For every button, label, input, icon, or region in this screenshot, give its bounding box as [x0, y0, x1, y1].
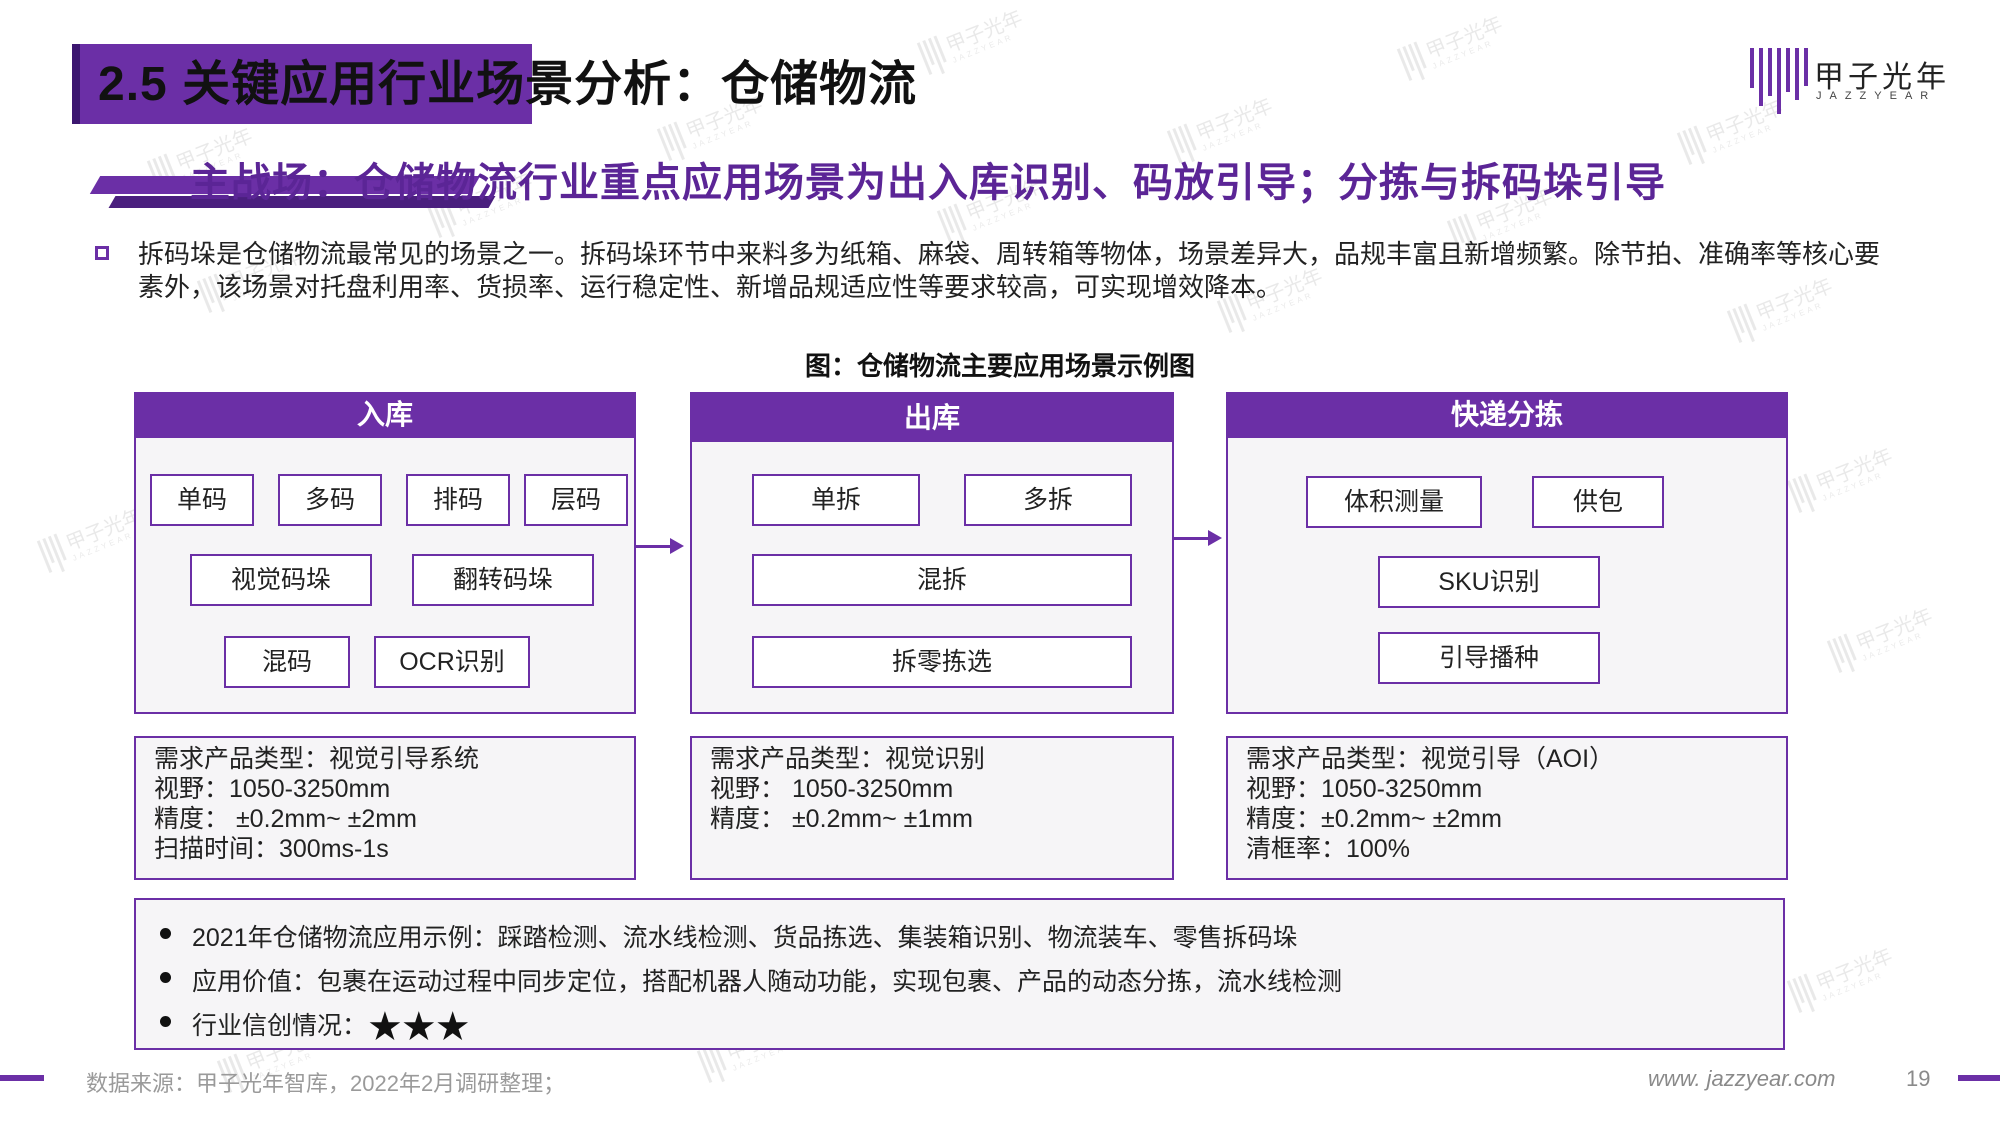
panel-inbound: 入库 单码 多码 排码 层码 视觉码垛 翻转码垛 混码 OCR识别	[134, 392, 636, 714]
summary-item: 2021年仓储物流应用示例：踩踏检测、流水线检测、货品拣选、集装箱识别、物流装车…	[192, 924, 1298, 952]
tag-sku-recognition: SKU识别	[1378, 556, 1600, 608]
watermark: 甲子光年JAZZYEAR	[1826, 601, 1940, 676]
tag-guided-seeding: 引导播种	[1378, 632, 1600, 684]
panel-express-sorting: 快递分拣 体积测量 供包 SKU识别 引导播种	[1226, 392, 1788, 714]
spec-line: 需求产品类型：视觉引导（AOI）	[1246, 745, 1615, 773]
spec-line: 扫描时间：300ms-1s	[154, 835, 389, 863]
tag-layer-stack: 层码	[524, 474, 628, 526]
summary-item-rating: 行业信创情况：★★★	[192, 1005, 471, 1050]
footer-accent	[0, 1075, 44, 1081]
tag-parcel-feeding: 供包	[1532, 476, 1664, 528]
logo-subtext: JAZZYEAR	[1816, 90, 1937, 102]
summary-item: 应用价值：包裹在运动过程中同步定位，搭配机器人随动功能，实现包裹、产品的动态分拣…	[192, 968, 1343, 996]
tag-single-depalletize: 单拆	[752, 474, 920, 526]
spec-line: 精度：±0.2mm~ ±2mm	[1246, 805, 1502, 833]
spec-outbound: 需求产品类型：视觉识别 视野： 1050-3250mm 精度： ±0.2mm~ …	[690, 736, 1174, 880]
spec-express: 需求产品类型：视觉引导（AOI） 视野：1050-3250mm 精度：±0.2m…	[1226, 736, 1788, 880]
panel-outbound: 出库 单拆 多拆 混拆 拆零拣选	[690, 392, 1174, 714]
spec-line: 需求产品类型：视觉识别	[710, 745, 986, 773]
subtitle: 主战场：仓储物流行业重点应用场景为出入库识别、码放引导；分拣与拆码垛引导	[190, 161, 1666, 205]
bullet-dot-icon	[160, 928, 171, 939]
intro-paragraph: 拆码垛是仓储物流最常见的场景之一。拆码垛环节中来料多为纸箱、麻袋、周转箱等物体，…	[138, 239, 1881, 302]
tag-mixed-depalletize: 混拆	[752, 554, 1132, 606]
tag-mixed-stack: 混码	[224, 636, 350, 688]
title-accent	[72, 44, 80, 124]
spec-line: 精度： ±0.2mm~ ±2mm	[154, 805, 417, 833]
watermark: 甲子光年JAZZYEAR	[1396, 9, 1510, 84]
star-rating-icon: ★★★	[367, 1005, 471, 1050]
spec-line: 清框率：100%	[1246, 835, 1410, 863]
spec-inbound: 需求产品类型：视觉引导系统 视野：1050-3250mm 精度： ±0.2mm~…	[134, 736, 636, 880]
bullet-dot-icon	[160, 972, 171, 983]
tag-flip-palletizing: 翻转码垛	[412, 554, 594, 606]
page-title: 2.5 关键应用行业场景分析：仓储物流	[98, 58, 918, 111]
figure-title: 图：仓储物流主要应用场景示例图	[804, 351, 1195, 381]
watermark: 甲子光年JAZZYEAR	[1786, 441, 1900, 516]
tag-single-stack: 单码	[150, 474, 254, 526]
spec-line: 视野：1050-3250mm	[1246, 775, 1483, 803]
footer-accent	[1958, 1075, 2000, 1081]
arrow-right-icon	[636, 538, 684, 554]
summary-box: 2021年仓储物流应用示例：踩踏检测、流水线检测、货品拣选、集装箱识别、物流装车…	[134, 898, 1785, 1050]
arrow-right-icon	[1174, 530, 1222, 546]
tag-row-stack: 排码	[406, 474, 510, 526]
tag-multi-depalletize: 多拆	[964, 474, 1132, 526]
watermark: 甲子光年JAZZYEAR	[1786, 941, 1900, 1016]
tag-visual-palletizing: 视觉码垛	[190, 554, 372, 606]
panel-outbound-title: 出库	[690, 392, 1174, 442]
data-source: 数据来源：甲子光年智库，2022年2月调研整理；	[86, 1071, 566, 1096]
tag-piece-picking: 拆零拣选	[752, 636, 1132, 688]
panel-inbound-title: 入库	[134, 392, 636, 438]
bullet-dot-icon	[160, 1016, 171, 1027]
tag-multi-stack: 多码	[278, 474, 382, 526]
spec-line: 需求产品类型：视觉引导系统	[154, 745, 480, 773]
spec-line: 视野：1050-3250mm	[154, 775, 391, 803]
watermark: 甲子光年JAZZYEAR	[916, 3, 1030, 78]
tag-volume-measure: 体积测量	[1306, 476, 1482, 528]
brand-logo: 甲子光年 JAZZYEAR	[1750, 46, 1950, 116]
page-number: 19	[1906, 1066, 1931, 1091]
tag-ocr: OCR识别	[374, 636, 530, 688]
spec-line: 精度： ±0.2mm~ ±1mm	[710, 805, 973, 833]
spec-line: 视野： 1050-3250mm	[710, 775, 954, 803]
logo-bars-icon	[1750, 48, 1808, 114]
website-link[interactable]: www. jazzyear.com	[1648, 1066, 1835, 1092]
panel-express-title: 快递分拣	[1226, 392, 1788, 438]
square-bullet-icon	[95, 246, 109, 260]
rating-label: 行业信创情况：	[192, 1012, 368, 1040]
